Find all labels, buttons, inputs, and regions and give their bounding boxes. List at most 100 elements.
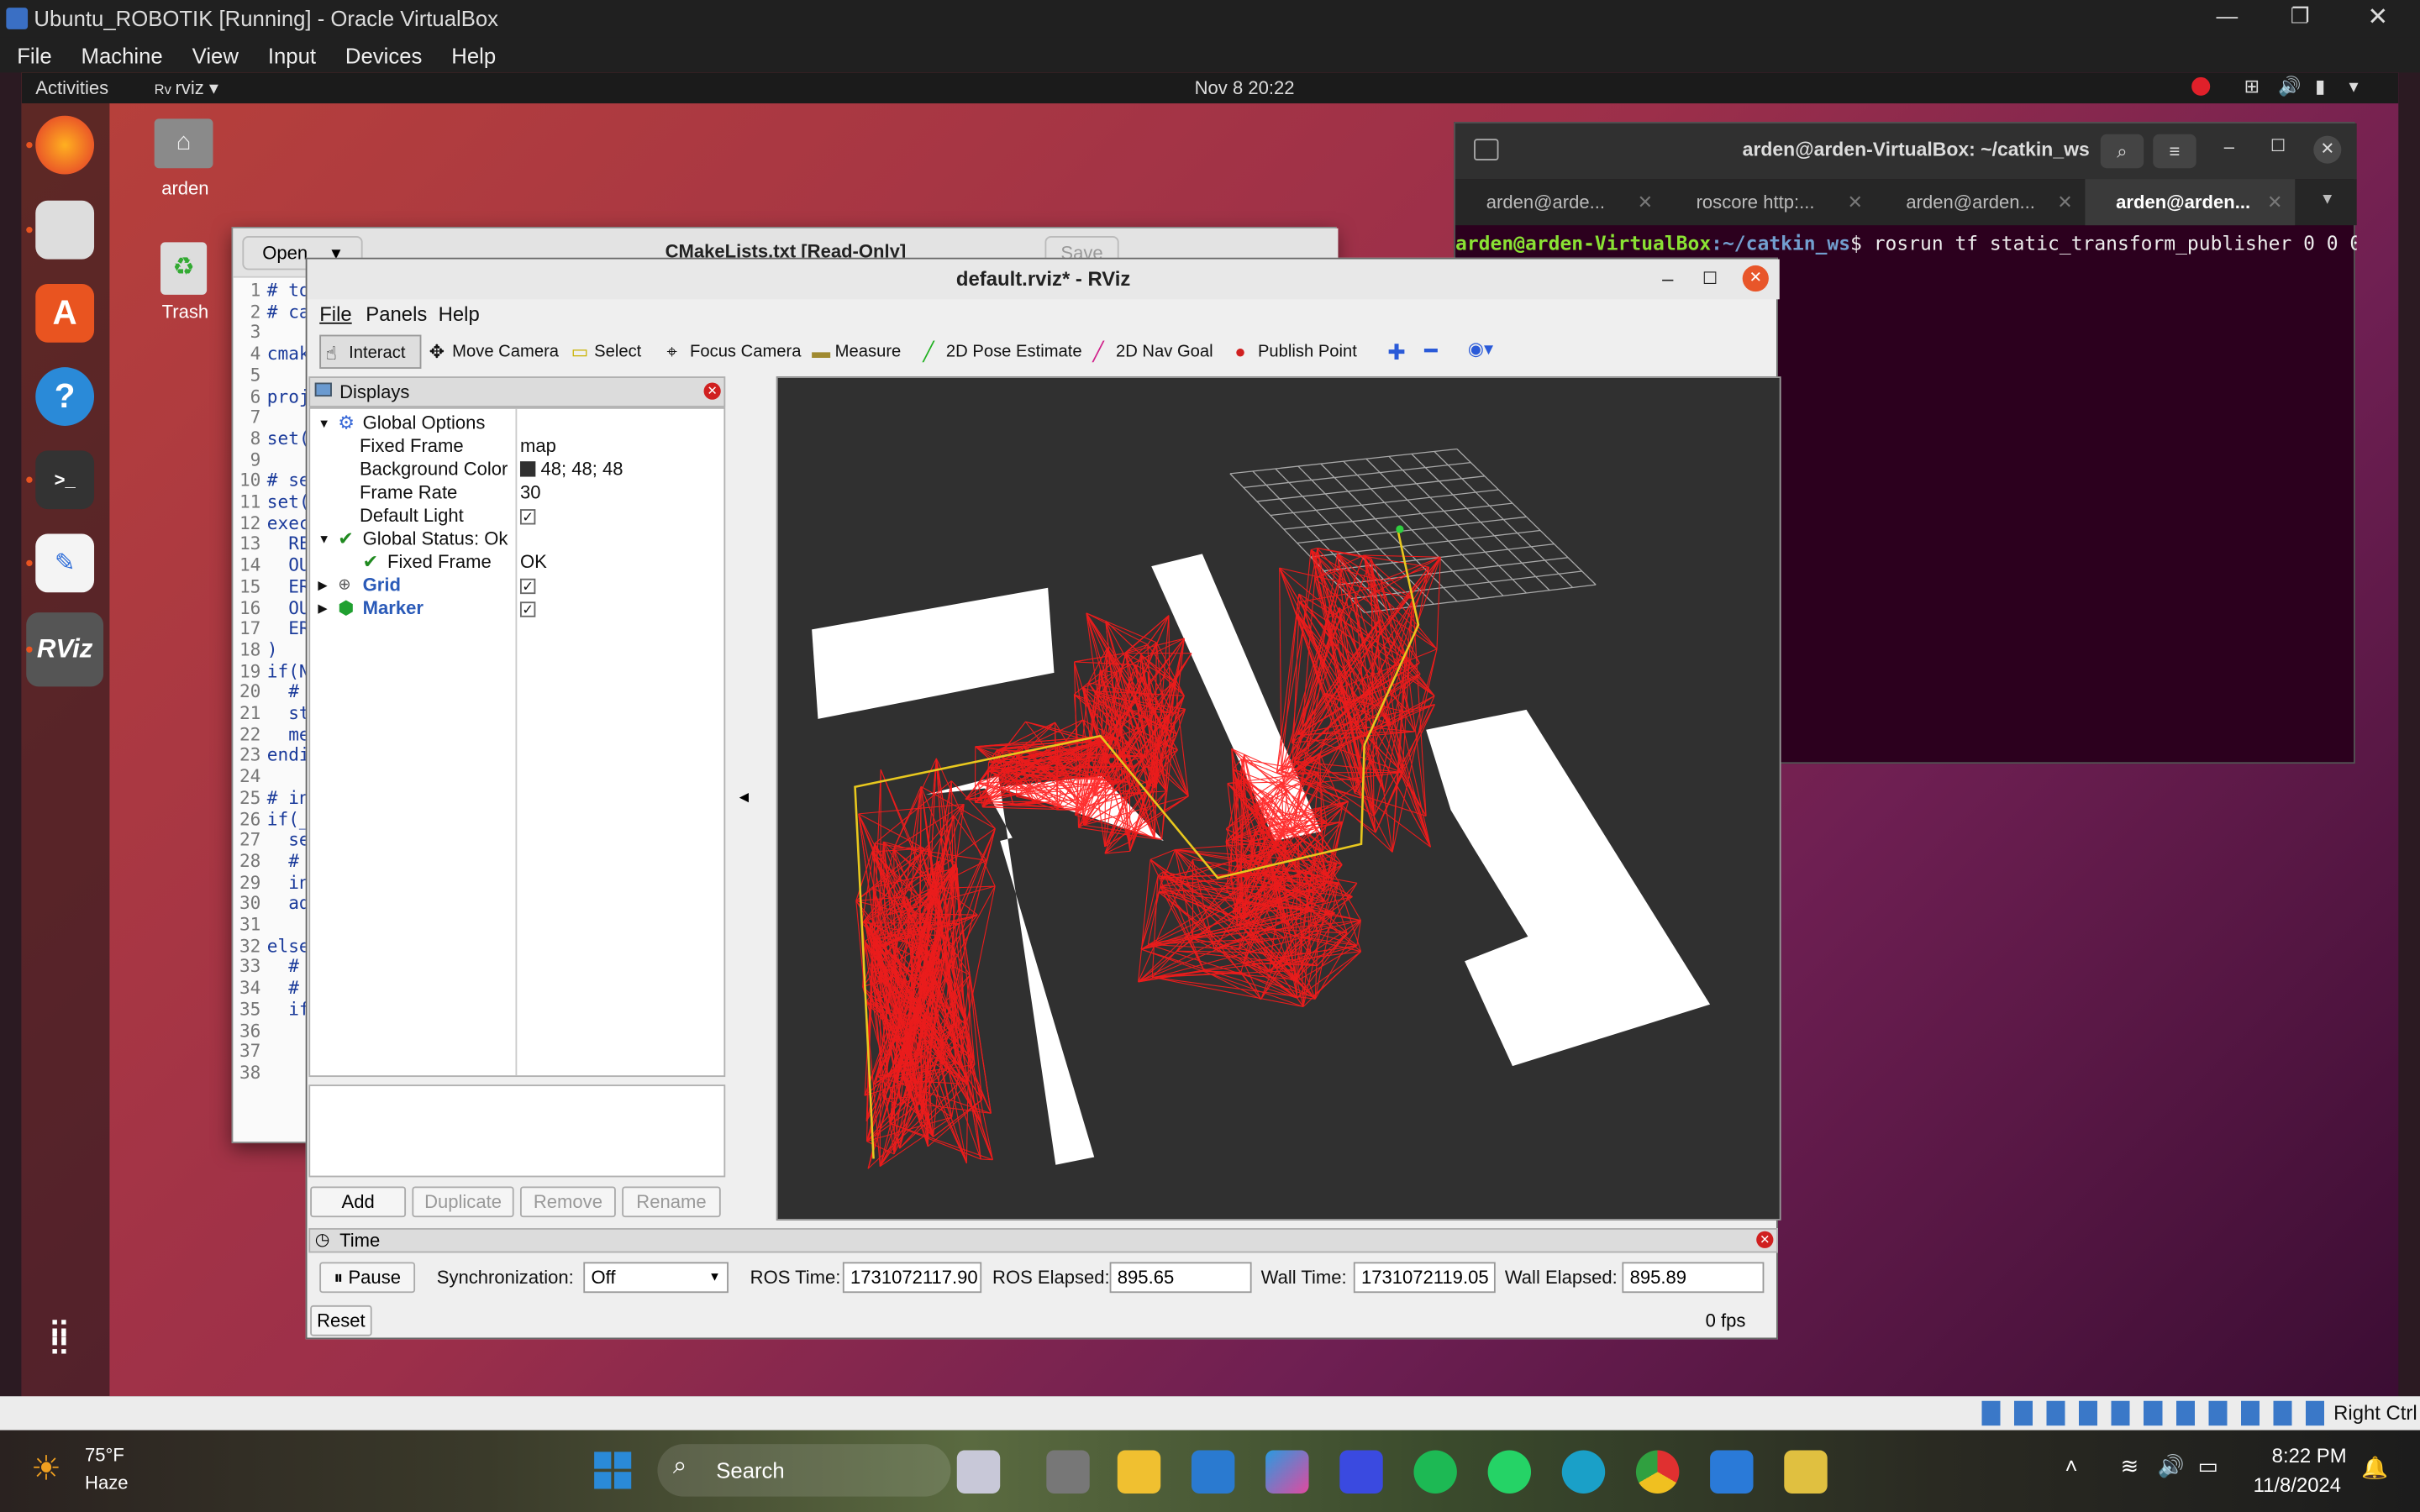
camera-type-icon[interactable]: ◉▾ xyxy=(1468,338,1493,360)
taskbar-date[interactable]: 11/8/2024 xyxy=(2254,1473,2341,1497)
terminal-tab[interactable]: arden@arden... ✕ xyxy=(1876,179,2086,225)
expand-arrow-icon[interactable]: ▶ xyxy=(318,597,327,621)
tree-default-light[interactable]: Default Light ✓ xyxy=(310,505,723,528)
weather-icon[interactable]: ☀ xyxy=(31,1449,61,1489)
firefox-icon[interactable] xyxy=(35,115,95,175)
notification-bell-icon[interactable]: 🔔 xyxy=(2361,1455,2388,1481)
desktop-icon-home[interactable]: ⌂ arden xyxy=(154,118,216,199)
sync-select[interactable]: Off ▼ xyxy=(583,1262,729,1294)
remove-display-button[interactable]: Remove xyxy=(519,1186,616,1218)
collapse-arrow-icon[interactable]: ▼ xyxy=(318,412,330,435)
hamburger-menu-icon[interactable]: ≡ xyxy=(2153,134,2196,169)
checkbox-checked[interactable]: ✓ xyxy=(519,509,536,525)
terminal-icon[interactable]: >_ xyxy=(35,450,95,510)
maximize-icon[interactable]: ☐ xyxy=(1702,260,1718,300)
app-menu[interactable]: Rv rviz ▾ xyxy=(155,77,218,99)
close-panel-icon[interactable]: ✕ xyxy=(703,382,721,400)
store-icon[interactable] xyxy=(1191,1450,1235,1494)
system-menu-arrow[interactable]: ▾ xyxy=(2349,76,2359,97)
files-icon[interactable] xyxy=(35,200,95,260)
rviz-menu-help[interactable]: Help xyxy=(439,302,480,326)
tree-fixed-frame[interactable]: Fixed Frame map xyxy=(310,435,723,459)
close-icon[interactable]: ✕ xyxy=(2368,2,2389,33)
wall-elapsed-field[interactable]: 895.89 xyxy=(1622,1262,1765,1294)
rename-display-button[interactable]: Rename xyxy=(622,1186,721,1218)
tool-publish-point[interactable]: ● Publish Point xyxy=(1230,335,1366,369)
menu-help[interactable]: Help xyxy=(451,43,496,67)
terminal-tab-active[interactable]: arden@arden... ✕ xyxy=(2085,179,2296,226)
help-icon[interactable]: ? xyxy=(35,367,95,426)
maximize-icon[interactable]: ☐ xyxy=(2270,136,2286,155)
tool-focus-camera[interactable]: ⌖ Focus Camera xyxy=(662,335,811,369)
minimize-icon[interactable]: — xyxy=(2217,3,2238,28)
restore-icon[interactable]: ❐ xyxy=(2291,3,2310,29)
checkbox-checked[interactable]: ✓ xyxy=(519,578,536,595)
vscode-icon[interactable] xyxy=(1710,1450,1754,1494)
close-icon[interactable]: ✕ xyxy=(1742,265,1769,292)
weather-temp[interactable]: 75°F xyxy=(85,1444,124,1466)
menu-devices[interactable]: Devices xyxy=(345,43,422,67)
tree-marker[interactable]: ▶ ⬢ Marker ✓ xyxy=(310,597,723,621)
activities-button[interactable]: Activities xyxy=(35,77,108,99)
color-swatch[interactable] xyxy=(519,461,536,477)
pause-button[interactable]: ⏸ Pause xyxy=(319,1262,416,1294)
tool-interact[interactable]: ☝ Interact xyxy=(319,334,422,369)
show-apps-icon[interactable]: ⠿ ⠿ xyxy=(48,1319,71,1362)
tool-2d-pose-estimate[interactable]: ╱ 2D Pose Estimate xyxy=(918,335,1092,369)
terminal-output[interactable]: arden@arden-VirtualBox:~/catkin_ws$ rosr… xyxy=(1455,232,2357,255)
close-panel-icon[interactable]: ✕ xyxy=(1756,1231,1774,1248)
add-tool-icon[interactable]: ✚ xyxy=(1387,339,1406,365)
copilot-icon[interactable] xyxy=(1265,1450,1309,1494)
menu-input[interactable]: Input xyxy=(268,43,316,67)
tool-2d-nav-goal[interactable]: ╱ 2D Nav Goal xyxy=(1088,335,1223,369)
close-tab-icon[interactable]: ✕ xyxy=(1638,179,1653,225)
edge-icon[interactable] xyxy=(1561,1450,1606,1494)
chrome-icon[interactable] xyxy=(1635,1450,1680,1494)
windows-start-icon[interactable] xyxy=(594,1452,632,1489)
close-tab-icon[interactable]: ✕ xyxy=(1847,179,1862,225)
volume-icon[interactable]: 🔊 xyxy=(2278,76,2301,97)
whatsapp-icon[interactable] xyxy=(1487,1450,1532,1494)
close-tab-icon[interactable]: ✕ xyxy=(2267,179,2282,225)
rviz-menu-panels[interactable]: Panels xyxy=(366,302,427,326)
virtualbox-taskbar-icon[interactable] xyxy=(1784,1450,1828,1494)
task-view-icon[interactable] xyxy=(1046,1450,1090,1494)
reset-button[interactable]: Reset xyxy=(310,1305,372,1336)
weather-desc[interactable]: Haze xyxy=(85,1472,128,1494)
minimize-icon[interactable]: – xyxy=(1662,260,1673,300)
tray-chevron-icon[interactable]: ˄ xyxy=(2065,1453,2078,1478)
wall-time-field[interactable]: 1731072119.05 xyxy=(1353,1262,1496,1294)
tree-global-status[interactable]: ▼ ✔ Global Status: Ok xyxy=(310,528,723,551)
tree-global-options[interactable]: ▼ ⚙ Global Options xyxy=(310,412,723,435)
tool-select[interactable]: ▭ Select xyxy=(566,335,650,369)
tree-frame-rate[interactable]: Frame Rate 30 xyxy=(310,481,723,505)
rviz-menu-file[interactable]: File xyxy=(319,302,351,326)
speaker-icon[interactable]: 🔊 xyxy=(2158,1453,2185,1479)
tool-move-camera[interactable]: ✥ Move Camera xyxy=(424,335,568,369)
spotify-icon[interactable] xyxy=(1413,1450,1457,1494)
tool-measure[interactable]: ▬ Measure xyxy=(808,335,911,369)
terminal-tab[interactable]: arden@arde... ✕ xyxy=(1455,179,1665,225)
taskbar-search[interactable]: ⌕ Search xyxy=(657,1444,951,1497)
duplicate-display-button[interactable]: Duplicate xyxy=(412,1186,514,1218)
splitter-left-arrow[interactable]: ◀ xyxy=(739,790,749,804)
battery-icon[interactable]: ▭ xyxy=(2198,1453,2218,1479)
tree-status-fixed-frame[interactable]: ✔ Fixed Frame OK xyxy=(310,551,723,575)
minimize-icon[interactable]: – xyxy=(2224,136,2234,158)
terminal-tab[interactable]: roscore http:... ✕ xyxy=(1665,179,1876,225)
menu-machine[interactable]: Machine xyxy=(82,43,163,67)
close-icon[interactable]: ✕ xyxy=(2313,135,2342,164)
remove-tool-icon[interactable]: ━ xyxy=(1424,338,1437,364)
expand-arrow-icon[interactable]: ▶ xyxy=(318,574,327,597)
add-display-button[interactable]: Add xyxy=(310,1186,407,1218)
menu-file[interactable]: File xyxy=(17,43,51,67)
wifi-icon[interactable]: ≋ xyxy=(2121,1453,2139,1479)
search-icon[interactable]: ⌕ xyxy=(2100,134,2144,169)
ros-elapsed-field[interactable]: 895.65 xyxy=(1109,1262,1252,1294)
close-tab-icon[interactable]: ✕ xyxy=(2057,179,2072,225)
tree-grid[interactable]: ▶ ⊕ Grid ✓ xyxy=(310,574,723,597)
network-icon[interactable]: ⊞ xyxy=(2244,76,2260,97)
desktop-icon-trash[interactable]: ♻ Trash xyxy=(155,242,216,323)
software-store-icon[interactable]: A xyxy=(35,283,95,343)
text-editor-icon[interactable]: ✎ xyxy=(35,533,95,593)
